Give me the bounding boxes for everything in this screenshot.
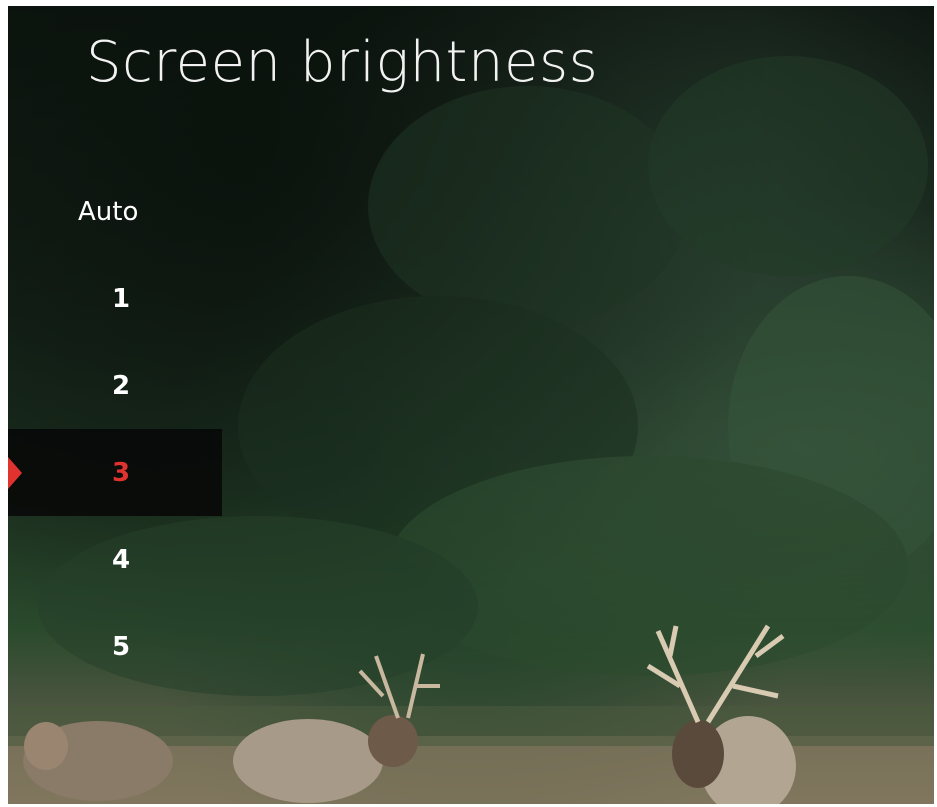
option-label: 3	[112, 457, 131, 488]
option-2[interactable]: 2	[8, 342, 268, 429]
selection-arrow-icon	[8, 456, 22, 489]
option-5[interactable]: 5	[8, 603, 268, 690]
option-label: Auto	[78, 196, 139, 227]
elk-1	[23, 721, 173, 801]
option-label: 5	[112, 631, 131, 662]
option-auto[interactable]: Auto	[8, 168, 268, 255]
brightness-screen: Screen brightness Auto 1 2 3 4 5	[8, 6, 934, 804]
option-label: 1	[112, 283, 131, 314]
option-label: 2	[112, 370, 131, 401]
option-3[interactable]: 3	[8, 429, 222, 516]
option-4[interactable]: 4	[8, 516, 268, 603]
page-title: Screen brightness	[86, 30, 599, 95]
option-label: 4	[112, 544, 131, 575]
option-1[interactable]: 1	[8, 255, 268, 342]
brightness-options: Auto 1 2 3 4 5	[8, 168, 268, 690]
